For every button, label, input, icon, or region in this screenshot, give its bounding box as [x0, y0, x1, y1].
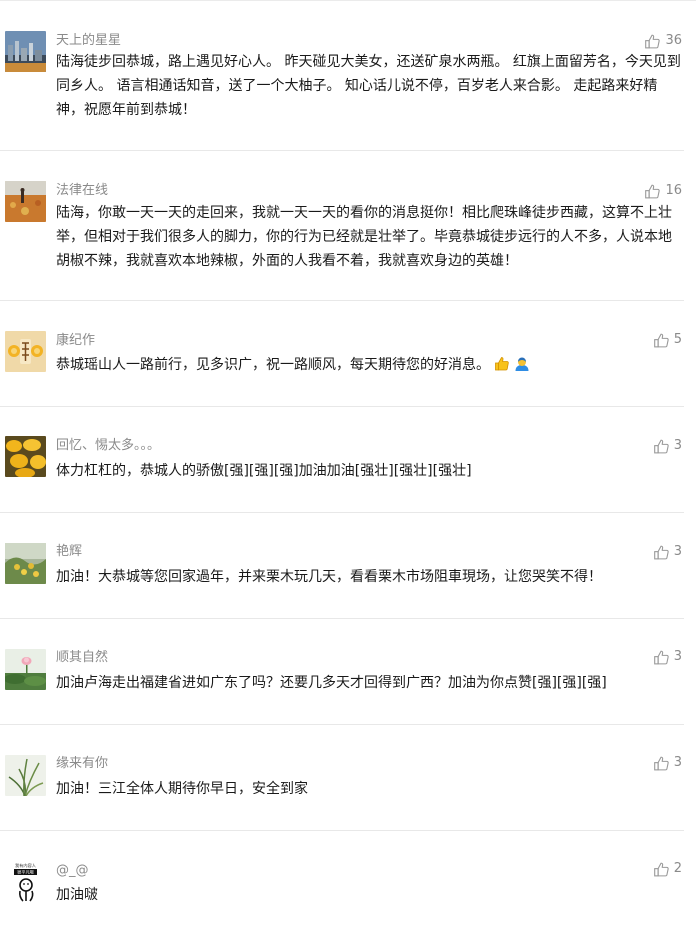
like-button[interactable]: 5: [653, 330, 682, 350]
avatar[interactable]: [5, 331, 46, 372]
thumbs-up-icon: [653, 650, 669, 664]
like-count: 3: [673, 438, 682, 453]
like-button[interactable]: 3: [653, 753, 682, 773]
avatar-fortune-image: [5, 331, 46, 372]
avatar-fruit-tree-image: [5, 543, 46, 584]
comment-text: 加油啵: [56, 887, 98, 903]
avatar-city-skyline-image: [5, 31, 46, 72]
like-button[interactable]: 3: [653, 647, 682, 667]
comment-text: 加油卢海走出福建省进如广东了吗？还要几多天才回得到广西？加油为你点赞[强][强]…: [56, 675, 607, 691]
person-emoji-icon: [515, 357, 529, 371]
comment-divider: [0, 406, 684, 407]
like-count: 3: [673, 755, 682, 770]
thumbs-up-icon: [653, 439, 669, 453]
comment-text: 恭城瑶山人一路前行，见多识广，祝一路顺风，每天期待您的好消息。: [56, 357, 490, 373]
comment-nickname[interactable]: 顺其自然: [56, 649, 108, 667]
comment-nickname[interactable]: 康纪作: [56, 332, 95, 350]
avatar[interactable]: [5, 436, 46, 477]
thumbs-up-icon: [653, 333, 669, 347]
comment-text: 体力杠杠的，恭城人的骄傲[强][强][强]加油加油[强壮][强壮][强壮]: [56, 463, 472, 479]
like-count: 2: [673, 861, 682, 876]
comment-nickname[interactable]: 回忆、惕太多。。。: [56, 437, 160, 455]
avatar[interactable]: [5, 543, 46, 584]
avatar[interactable]: [5, 31, 46, 72]
comment-text: 加油！三江全体人期待你早日，安全到家: [56, 781, 308, 797]
avatar-logo-line-2: 很平凡哦: [17, 869, 35, 876]
avatar[interactable]: [5, 649, 46, 690]
like-button[interactable]: 36: [644, 31, 682, 51]
comment-divider: [0, 150, 684, 151]
avatar-field-image: [5, 181, 46, 222]
avatar[interactable]: [5, 755, 46, 796]
avatar[interactable]: 我有内容人 很平凡哦: [5, 861, 46, 902]
avatar-plant-image: [5, 755, 46, 796]
comment-nickname[interactable]: 缘来有你: [56, 755, 108, 773]
comment-divider: [0, 724, 684, 725]
thumbs-up-icon: [645, 34, 661, 48]
thumbs-up-icon: [653, 756, 669, 770]
thumbs-up-icon: [653, 862, 669, 876]
like-count: 5: [673, 332, 682, 347]
comment-divider: [0, 830, 684, 831]
avatar-mango-image: [5, 436, 46, 477]
comment-divider: [0, 618, 684, 619]
like-count: 3: [673, 544, 682, 559]
like-count: 3: [673, 649, 682, 664]
like-button[interactable]: 2: [653, 859, 682, 879]
comment-nickname[interactable]: 法律在线: [56, 182, 108, 200]
avatar-lotus-image: [5, 649, 46, 690]
thumbs-up-icon: [653, 545, 669, 559]
comment-text: 陆海徒步回恭城，路上遇见好心人。 昨天碰见大美女，还送矿泉水两瓶。 红旗上面留芳…: [56, 54, 681, 118]
avatar[interactable]: [5, 181, 46, 222]
thumbs-up-emoji-icon: [495, 357, 509, 371]
comment-text: 陆海，你敢一天一天的走回来，我就一天一天的看你的消息挺你！相比爬珠峰徒步西藏，这…: [56, 205, 672, 269]
comment-nickname[interactable]: 天上的星星: [56, 32, 121, 50]
like-button[interactable]: 16: [644, 181, 682, 201]
avatar-logo-image: 我有内容人 很平凡哦: [5, 861, 46, 902]
top-divider: [0, 0, 696, 1]
comment-nickname[interactable]: 艳辉: [56, 543, 82, 561]
comment-nickname[interactable]: @_@: [56, 862, 89, 880]
comment-text-wrapper: 恭城瑶山人一路前行，见多识广，祝一路顺风，每天期待您的好消息。: [56, 353, 684, 377]
comment-divider: [0, 512, 684, 513]
avatar-logo-line-1: 我有内容人: [15, 862, 37, 869]
like-count: 36: [665, 33, 682, 48]
like-button[interactable]: 3: [653, 436, 682, 456]
thumbs-up-icon: [645, 184, 661, 198]
comment-text: 加油！大恭城等您回家過年，并来栗木玩几天，看看栗木市场阻車現场，让您哭笑不得！: [56, 569, 602, 585]
comment-divider: [0, 300, 684, 301]
like-button[interactable]: 3: [653, 542, 682, 562]
like-count: 16: [665, 183, 682, 198]
